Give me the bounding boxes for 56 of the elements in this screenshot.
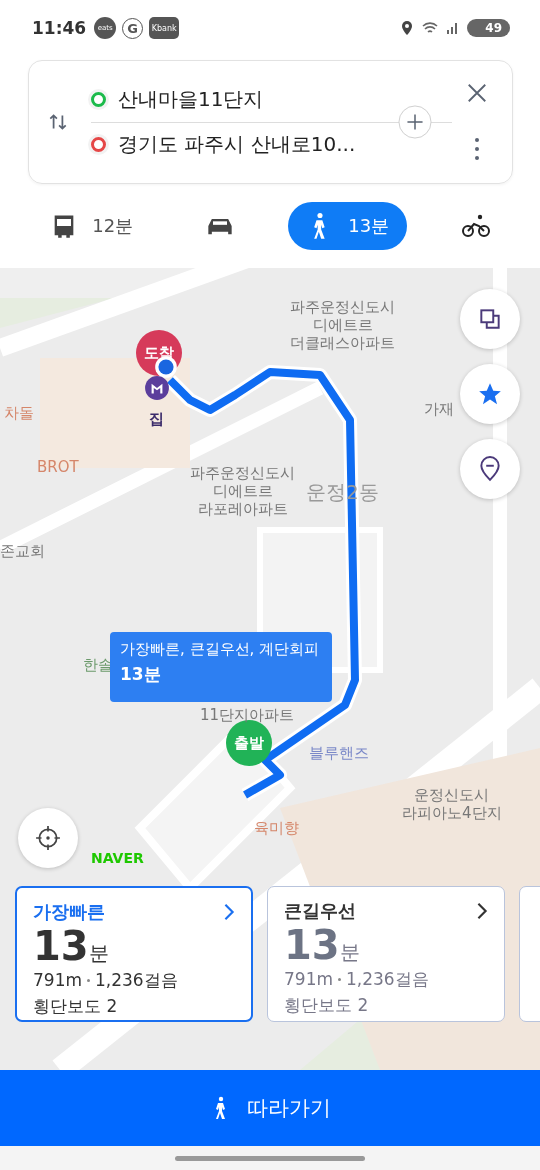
minutes-unit: 분	[88, 940, 109, 967]
travel-time: 13분	[348, 214, 390, 238]
brand-logo: NAVER	[91, 850, 144, 866]
origin-field[interactable]: 산내마을11단지	[118, 86, 264, 113]
route-option-title: 가장빠른	[33, 900, 105, 924]
destination-marker-icon	[91, 137, 106, 152]
chevron-right-icon	[476, 902, 488, 920]
map-pin-icon	[477, 456, 503, 482]
home-marker-icon	[144, 375, 170, 401]
map-place-label: 한솔	[83, 656, 113, 674]
travel-mode-tab[interactable]: 13분	[288, 202, 408, 250]
map-place-label: 파주운정신도시 디에트르 라포레아파트	[190, 464, 295, 518]
app-notification-icon: Kbank	[149, 17, 180, 39]
star-icon	[477, 381, 503, 407]
route-steps: 1,236걸음	[95, 968, 178, 994]
route-distance: 791m	[33, 969, 82, 992]
map-place-label: 운정신도시 라피아노4단지	[402, 786, 502, 822]
battery-indicator: 49	[467, 19, 510, 37]
travel-mode-tab[interactable]: 12분	[32, 202, 152, 250]
destination-field[interactable]: 경기도 파주시 산내로10...	[118, 131, 356, 158]
crosswalk-count: 횡단보도 2	[33, 994, 119, 1018]
chevron-right-icon	[223, 903, 235, 921]
layers-icon	[477, 306, 503, 332]
route-time: 13분	[120, 663, 162, 686]
map-place-label: 차돌	[4, 404, 34, 422]
route-steps: 1,236걸음	[346, 967, 429, 993]
map-place-label: 블루핸즈	[309, 744, 369, 762]
home-label: 집	[149, 410, 164, 429]
map-place-label: 육미향	[254, 819, 299, 837]
minutes-unit: 분	[339, 939, 360, 966]
map-place-label: BROT	[37, 458, 79, 476]
status-time: 11:46	[32, 18, 87, 38]
map-place-label: 존교회	[0, 542, 45, 560]
route-tooltip[interactable]: 가장빠른, 큰길우선, 계단회피 13분	[110, 632, 332, 702]
route-minutes: 13	[33, 924, 89, 968]
route-option-card[interactable]: 큰길우선 13분 791m 1,236걸음 횡단보도 2	[267, 886, 505, 1022]
follow-button[interactable]: 따라가기	[0, 1070, 540, 1146]
swap-icon[interactable]	[47, 111, 69, 133]
map-place-label: 파주운정신도시 디에트르 더클래스아파트	[290, 298, 395, 352]
route-minutes: 13	[284, 923, 340, 967]
origin-marker-icon	[91, 92, 106, 107]
separator-dot	[87, 979, 90, 983]
travel-time: 12분	[92, 214, 134, 238]
close-icon[interactable]	[466, 82, 488, 104]
route-option-card[interactable]: 가장빠른 13분 791m 1,236걸음 횡단보도 2	[15, 886, 253, 1022]
route-option-title: 큰길우선	[284, 899, 356, 923]
crosshair-icon	[35, 825, 61, 851]
app-notification-icon: G	[122, 17, 144, 39]
separator-dot	[338, 978, 341, 982]
more-icon[interactable]	[474, 136, 480, 162]
route-distance: 791m	[284, 968, 333, 991]
bicycle-icon	[461, 212, 490, 240]
add-waypoint-icon[interactable]	[398, 104, 432, 139]
crosswalk-count: 횡단보도 2	[284, 993, 370, 1017]
map-place-label: 가재	[424, 400, 454, 418]
route-tags: 가장빠른, 큰길우선, 계단회피	[120, 640, 322, 659]
